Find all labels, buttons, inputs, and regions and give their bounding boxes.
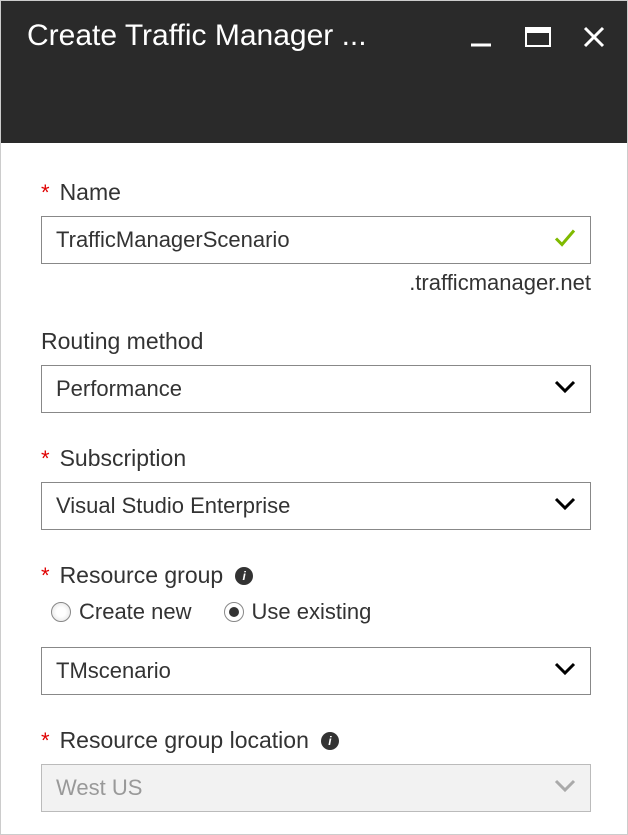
label-text: Name (60, 179, 121, 206)
dns-suffix: .trafficmanager.net (41, 270, 591, 296)
name-input[interactable] (56, 227, 576, 253)
subscription-field: * Subscription Visual Studio Enterprise (41, 445, 591, 530)
select-value: Performance (56, 376, 554, 402)
close-icon[interactable] (583, 26, 605, 53)
create-new-radio[interactable]: Create new (51, 599, 192, 625)
resource-group-select[interactable]: TMscenario (41, 647, 591, 695)
use-existing-radio[interactable]: Use existing (224, 599, 372, 625)
info-icon[interactable]: i (235, 567, 253, 585)
chevron-down-icon (554, 662, 576, 681)
select-value: Visual Studio Enterprise (56, 493, 554, 519)
routing-method-field: Routing method Performance (41, 328, 591, 413)
blade-header: Create Traffic Manager ... (1, 1, 627, 143)
subscription-select[interactable]: Visual Studio Enterprise (41, 482, 591, 530)
label-text: Resource group location (60, 727, 309, 754)
location-field: * Resource group location i West US (41, 727, 591, 812)
required-asterisk: * (41, 180, 50, 206)
required-asterisk: * (41, 563, 50, 589)
required-asterisk: * (41, 728, 50, 754)
select-value: West US (56, 775, 554, 801)
form-content: * Name .trafficmanager.net Routing metho… (1, 143, 627, 812)
name-input-wrap[interactable] (41, 216, 591, 264)
validation-check-icon (552, 225, 578, 256)
name-label: * Name (41, 179, 591, 206)
radio-label: Create new (79, 599, 192, 625)
minimize-icon[interactable] (469, 25, 493, 54)
label-text: Routing method (41, 328, 203, 355)
radio-icon (51, 602, 71, 622)
subscription-label: * Subscription (41, 445, 591, 472)
maximize-icon[interactable] (525, 27, 551, 52)
required-asterisk: * (41, 446, 50, 472)
resource-group-field: * Resource group i Create new Use existi… (41, 562, 591, 695)
info-icon[interactable]: i (321, 732, 339, 750)
resource-group-mode: Create new Use existing (51, 599, 591, 625)
routing-method-select[interactable]: Performance (41, 365, 591, 413)
blade-title: Create Traffic Manager ... (27, 19, 469, 53)
radio-icon (224, 602, 244, 622)
location-select: West US (41, 764, 591, 812)
chevron-down-icon (554, 380, 576, 399)
routing-method-label: Routing method (41, 328, 591, 355)
select-value: TMscenario (56, 658, 554, 684)
label-text: Resource group (60, 562, 224, 589)
label-text: Subscription (60, 445, 187, 472)
name-field: * Name .trafficmanager.net (41, 179, 591, 296)
window-controls (469, 19, 605, 54)
chevron-down-icon (554, 497, 576, 516)
radio-label: Use existing (252, 599, 372, 625)
resource-group-label: * Resource group i (41, 562, 591, 589)
chevron-down-icon (554, 779, 576, 798)
location-label: * Resource group location i (41, 727, 591, 754)
